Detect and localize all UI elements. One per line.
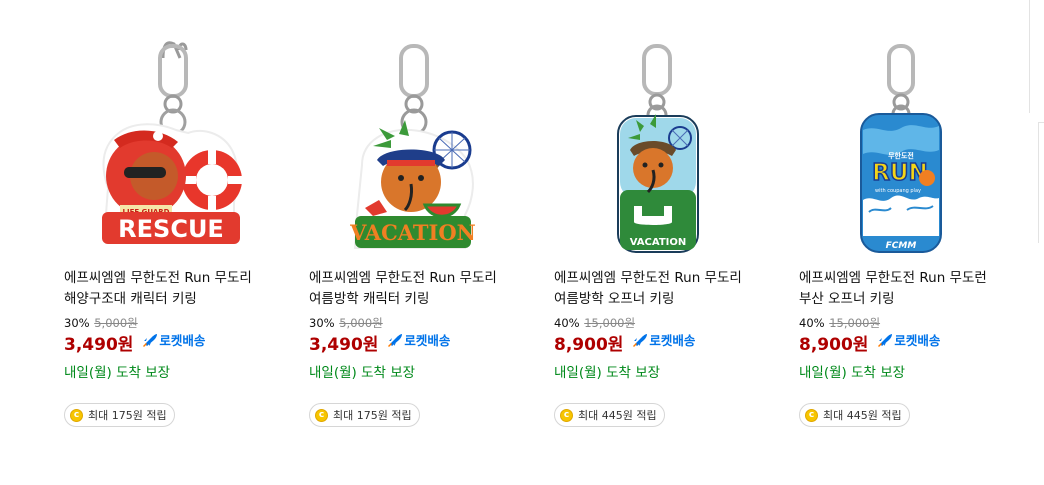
discount-info: 40% 15,000원 <box>799 315 880 331</box>
coin-icon: c <box>70 408 83 422</box>
coin-icon: c <box>805 408 818 422</box>
cashback-badge[interactable]: c 최대 175원 적립 <box>309 403 420 427</box>
discount-rate: 40% <box>799 316 825 330</box>
arrival-guarantee: 내일(월) 도착 보장 <box>799 365 906 381</box>
product-card[interactable]: VACATION 에프씨엠엠 무한도전 Run 무도리 여름방학 오프너 키링 … <box>552 0 782 485</box>
rocket-delivery-badge: 로켓배송 <box>142 330 205 349</box>
product-image[interactable]: VACATION <box>307 0 537 260</box>
product-card[interactable]: VACATION 에프씨엠엠 무한도전 Run 무도리 여름방학 캐릭터 키링 … <box>307 0 537 485</box>
discount-info: 30% 5,000원 <box>309 315 383 331</box>
svg-text:RUN: RUN <box>872 160 928 186</box>
arrival-guarantee: 내일(월) 도착 보장 <box>554 365 661 381</box>
rocket-delivery-badge: 로켓배송 <box>632 330 695 349</box>
original-price: 15,000원 <box>584 316 636 330</box>
keyring-clasp <box>642 44 672 126</box>
rocket-icon <box>388 333 403 347</box>
divider <box>1029 0 1030 113</box>
discount-rate: 30% <box>64 316 90 330</box>
svg-text:VACATION: VACATION <box>630 237 687 248</box>
price-row: 8,900원 로켓배송 <box>799 330 940 355</box>
rocket-delivery-badge: 로켓배송 <box>387 330 450 349</box>
discount-rate: 40% <box>554 316 580 330</box>
rocket-icon <box>143 333 158 347</box>
discount-info: 30% 5,000원 <box>64 315 138 331</box>
rocket-icon <box>878 333 893 347</box>
arrival-guarantee: 내일(월) 도착 보장 <box>309 365 416 381</box>
price-row: 3,490원 로켓배송 <box>309 330 450 355</box>
product-image[interactable]: VACATION <box>552 0 782 260</box>
cashback-badge[interactable]: c 최대 445원 적립 <box>799 403 910 427</box>
cashback-label: 최대 175원 적립 <box>333 409 412 422</box>
price-row: 3,490원 로켓배송 <box>64 330 205 355</box>
sale-price: 3,490원 <box>309 335 379 355</box>
svg-text:with coupang play: with coupang play <box>875 188 921 194</box>
discount-info: 40% 15,000원 <box>554 315 635 331</box>
cashback-label: 최대 445원 적립 <box>578 409 657 422</box>
product-card[interactable]: 무한도전 RUN with coupang play FCMM 에프씨엠엠 무한… <box>797 0 1027 485</box>
sale-price: 3,490원 <box>64 335 134 355</box>
sale-price: 8,900원 <box>799 335 869 355</box>
product-title[interactable]: 에프씨엠엠 무한도전 Run 무도리 여름방학 오프너 키링 <box>554 268 780 310</box>
svg-text:FCMM: FCMM <box>886 241 917 251</box>
keyring-clasp <box>887 44 915 124</box>
original-price: 5,000원 <box>339 316 383 330</box>
arrival-guarantee: 내일(월) 도착 보장 <box>64 365 171 381</box>
svg-text:VACATION: VACATION <box>349 220 476 245</box>
cashback-label: 최대 445원 적립 <box>823 409 902 422</box>
product-title[interactable]: 에프씨엠엠 무한도전 Run 무도리 해양구조대 캐릭터 키링 <box>64 268 290 310</box>
keyring-clasp <box>158 41 188 136</box>
price-row: 8,900원 로켓배송 <box>554 330 695 355</box>
cashback-badge[interactable]: c 최대 445원 적립 <box>554 403 665 427</box>
product-title[interactable]: 에프씨엠엠 무한도전 Run 무도리 여름방학 캐릭터 키링 <box>309 268 535 310</box>
coin-icon: c <box>315 408 328 422</box>
original-price: 5,000원 <box>94 316 138 330</box>
product-title[interactable]: 에프씨엠엠 무한도전 Run 무도런 부산 오프너 키링 <box>799 268 1025 310</box>
discount-rate: 30% <box>309 316 335 330</box>
svg-text:RESCUE: RESCUE <box>118 215 224 243</box>
coin-icon: c <box>560 408 573 422</box>
cashback-label: 최대 175원 적립 <box>88 409 167 422</box>
product-image[interactable]: LIFE GUARD RESCUE <box>62 0 292 260</box>
rocket-icon <box>633 333 648 347</box>
svg-text:무한도전: 무한도전 <box>888 151 914 160</box>
rocket-delivery-badge: 로켓배송 <box>877 330 940 349</box>
product-image[interactable]: 무한도전 RUN with coupang play FCMM <box>797 0 1027 260</box>
original-price: 15,000원 <box>829 316 881 330</box>
product-grid: LIFE GUARD RESCUE 에프씨엠엠 무한도전 Run 무도리 해양구… <box>0 0 1044 485</box>
side-panel-edge <box>1038 122 1044 243</box>
sale-price: 8,900원 <box>554 335 624 355</box>
cashback-badge[interactable]: c 최대 175원 적립 <box>64 403 175 427</box>
product-card[interactable]: LIFE GUARD RESCUE 에프씨엠엠 무한도전 Run 무도리 해양구… <box>62 0 292 485</box>
